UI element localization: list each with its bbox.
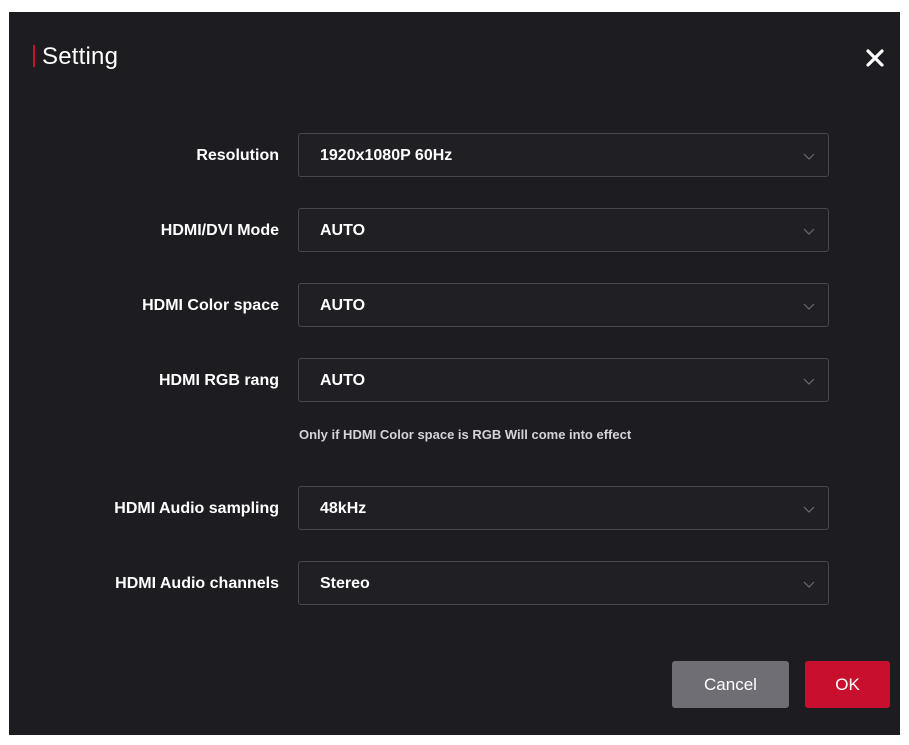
hdmi-audio-channels-select[interactable]: Stereo	[298, 561, 829, 605]
title-accent-bar	[33, 45, 35, 67]
resolution-select[interactable]: 1920x1080P 60Hz	[298, 133, 829, 177]
hdmi-audio-sampling-label: HDMI Audio sampling	[114, 500, 279, 517]
hdmi-rgb-range-select[interactable]: AUTO	[298, 358, 829, 402]
hdmi-color-space-label: HDMI Color space	[142, 297, 279, 314]
hdmi-rgb-range-value: AUTO	[320, 372, 366, 389]
resolution-value: 1920x1080P 60Hz	[320, 147, 453, 164]
chevron-down-icon	[803, 581, 815, 588]
settings-dialog: Setting Resolution 1920x1080P 60Hz HDMI/…	[9, 12, 900, 735]
chevron-down-icon	[803, 506, 815, 513]
cancel-button[interactable]: Cancel	[672, 661, 789, 708]
hdmi-dvi-mode-select[interactable]: AUTO	[298, 208, 829, 252]
chevron-down-icon	[803, 378, 815, 385]
hdmi-dvi-mode-value: AUTO	[320, 222, 366, 239]
chevron-down-icon	[803, 303, 815, 310]
hdmi-audio-channels-value: Stereo	[320, 575, 370, 592]
hdmi-color-space-select[interactable]: AUTO	[298, 283, 829, 327]
dialog-title: Setting	[42, 43, 119, 70]
close-icon	[866, 49, 884, 67]
rgb-range-hint: Only if HDMI Color space is RGB Will com…	[299, 427, 632, 442]
chevron-down-icon	[803, 228, 815, 235]
ok-button[interactable]: OK	[805, 661, 890, 708]
hdmi-dvi-mode-label: HDMI/DVI Mode	[160, 222, 279, 239]
hdmi-audio-channels-label: HDMI Audio channels	[115, 575, 279, 592]
chevron-down-icon	[803, 153, 815, 160]
hdmi-rgb-range-label: HDMI RGB rang	[159, 372, 279, 389]
hdmi-color-space-value: AUTO	[320, 297, 366, 314]
hdmi-audio-sampling-select[interactable]: 48kHz	[298, 486, 829, 530]
close-button[interactable]	[857, 40, 893, 76]
resolution-label: Resolution	[196, 147, 279, 164]
hdmi-audio-sampling-value: 48kHz	[320, 500, 367, 517]
